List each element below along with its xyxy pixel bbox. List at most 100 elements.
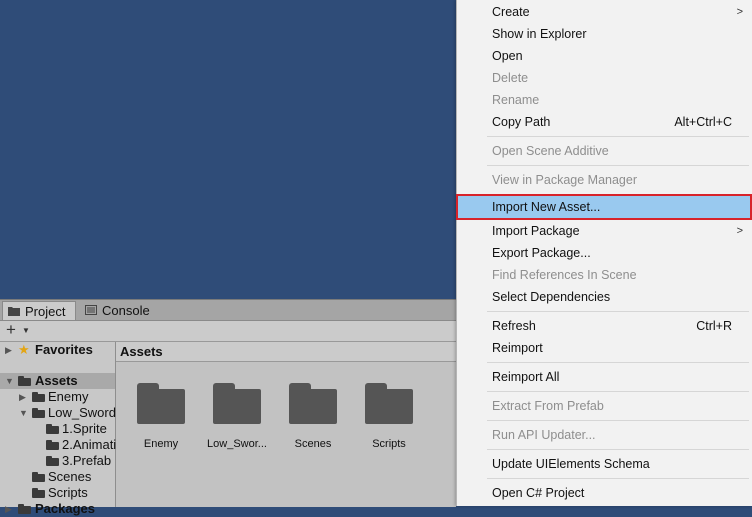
chevron-right-icon[interactable]: ▶ <box>5 501 12 517</box>
submenu-arrow-icon: > <box>736 225 743 237</box>
tree-label: Enemy <box>48 389 89 404</box>
menu-item-reimport[interactable]: Reimport <box>457 337 752 359</box>
menu-label: Show in Explorer <box>492 27 587 41</box>
menu-item-select-dependencies[interactable]: Select Dependencies <box>457 286 752 308</box>
chevron-right-icon[interactable]: ▶ <box>19 389 26 405</box>
folder-icon <box>213 383 261 424</box>
asset-label: Enemy <box>143 438 179 450</box>
menu-separator <box>487 362 749 363</box>
menu-item-open-scene-additive[interactable]: Open Scene Additive <box>457 140 752 162</box>
menu-item-refresh[interactable]: Refresh Ctrl+R <box>457 315 752 337</box>
folder-icon <box>32 392 45 402</box>
menu-label: Refresh <box>492 319 536 333</box>
tree-label: 3.Prefab <box>62 453 112 468</box>
menu-shortcut: Ctrl+R <box>696 319 732 333</box>
asset-grid: Enemy Low_Swor... Scenes Scripts <box>116 363 456 507</box>
menu-item-copy-path[interactable]: Copy Path Alt+Ctrl+C <box>457 111 752 133</box>
menu-item-extract-from-prefab[interactable]: Extract From Prefab <box>457 395 752 417</box>
menu-label: Open Scene Additive <box>492 144 609 158</box>
tab-console-label: Console <box>102 303 150 318</box>
menu-item-open-csharp-project[interactable]: Open C# Project <box>457 482 752 504</box>
menu-label: Export Package... <box>492 246 591 260</box>
asset-item-scripts[interactable]: Scripts <box>351 383 427 450</box>
menu-separator <box>487 165 749 166</box>
asset-item-scenes[interactable]: Scenes <box>275 383 351 450</box>
folder-icon <box>32 488 45 498</box>
menu-separator <box>487 478 749 479</box>
chevron-down-icon[interactable]: ▼ <box>19 405 28 421</box>
asset-label: Low_Swor... <box>207 438 267 450</box>
menu-label: Delete <box>492 71 529 85</box>
project-tree: ▶ ★ Favorites ▼ Assets ▶ Enemy ▼ Low_Swo… <box>0 342 116 516</box>
menu-separator <box>487 136 749 137</box>
menu-item-export-package[interactable]: Export Package... <box>457 242 752 264</box>
menu-item-reimport-all[interactable]: Reimport All <box>457 366 752 388</box>
folder-icon <box>32 408 45 418</box>
menu-item-update-uielements[interactable]: Update UIElements Schema <box>457 453 752 475</box>
menu-separator <box>487 194 749 195</box>
menu-label: Open C# Project <box>492 486 585 500</box>
asset-label: Scripts <box>372 438 406 450</box>
tab-project-label: Project <box>25 304 66 319</box>
chevron-right-icon[interactable]: ▶ <box>5 342 12 358</box>
menu-separator <box>487 420 749 421</box>
menu-label: Extract From Prefab <box>492 399 604 413</box>
tree-item-assets[interactable]: ▼ Assets <box>0 373 115 389</box>
menu-shortcut: Alt+Ctrl+C <box>674 115 732 129</box>
project-panel: Project Console + ▼ ▶ ★ Favorites ▼ Asse… <box>0 299 456 516</box>
context-menu: Create > Show in Explorer Open Delete Re… <box>456 0 752 506</box>
menu-item-view-in-package-manager[interactable]: View in Package Manager <box>457 169 752 191</box>
tree-label: Low_Sword <box>48 405 116 420</box>
folder-icon <box>8 307 20 316</box>
menu-label: View in Package Manager <box>492 173 637 187</box>
breadcrumb[interactable]: Assets <box>116 342 456 362</box>
folder-icon <box>46 424 59 434</box>
asset-item-low-sword[interactable]: Low_Swor... <box>199 383 275 450</box>
asset-item-enemy[interactable]: Enemy <box>123 383 199 450</box>
asset-label: Scenes <box>294 438 332 450</box>
console-icon <box>85 305 97 315</box>
tree-label: Scenes <box>48 469 92 484</box>
menu-separator <box>487 391 749 392</box>
tree-label: Scripts <box>48 485 88 500</box>
tree-label: Assets <box>35 373 78 388</box>
add-button[interactable]: + <box>6 321 16 339</box>
menu-label: Import New Asset... <box>492 200 601 214</box>
menu-label: Open <box>492 49 523 63</box>
menu-label: Import Package <box>492 224 580 238</box>
menu-item-create[interactable]: Create > <box>457 1 752 23</box>
menu-item-import-new-asset[interactable]: Import New Asset... <box>456 194 752 220</box>
menu-label: Reimport All <box>492 370 560 384</box>
menu-item-open[interactable]: Open <box>457 45 752 67</box>
menu-label: Reimport <box>492 341 543 355</box>
panel-tabbar: Project Console <box>0 300 456 321</box>
tree-label: 1.Sprite <box>62 421 107 436</box>
folder-icon <box>365 383 413 424</box>
tree-label: Packages <box>35 501 95 516</box>
folder-icon <box>18 376 31 386</box>
submenu-arrow-icon: > <box>736 6 743 18</box>
star-icon: ★ <box>18 342 30 357</box>
menu-label: Rename <box>492 93 540 107</box>
chevron-down-icon[interactable]: ▼ <box>22 326 30 335</box>
folder-icon <box>46 440 59 450</box>
menu-label: Select Dependencies <box>492 290 611 304</box>
menu-item-run-api-updater[interactable]: Run API Updater... <box>457 424 752 446</box>
menu-item-delete[interactable]: Delete <box>457 67 752 89</box>
menu-item-rename[interactable]: Rename <box>457 89 752 111</box>
tab-project[interactable]: Project <box>2 301 76 320</box>
menu-item-find-references[interactable]: Find References In Scene <box>457 264 752 286</box>
folder-icon <box>46 456 59 466</box>
menu-item-import-package[interactable]: Import Package > <box>457 220 752 242</box>
tree-label: Favorites <box>35 342 93 357</box>
folder-icon <box>289 383 337 424</box>
menu-label: Find References In Scene <box>492 268 637 282</box>
menu-separator <box>487 449 749 450</box>
tab-console[interactable]: Console <box>80 301 170 320</box>
menu-label: Run API Updater... <box>492 428 596 442</box>
menu-label: Update UIElements Schema <box>492 457 650 471</box>
menu-item-show-in-explorer[interactable]: Show in Explorer <box>457 23 752 45</box>
folder-icon <box>137 383 185 424</box>
menu-label: Create <box>492 5 530 19</box>
chevron-down-icon[interactable]: ▼ <box>5 373 14 389</box>
